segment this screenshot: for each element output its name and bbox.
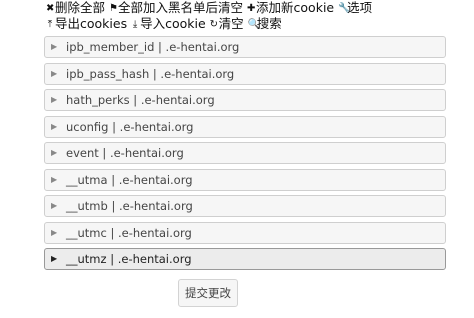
cookie-label: ipb_member_id | .e-hentai.org bbox=[66, 40, 240, 54]
cookie-item[interactable]: ▶ event | .e-hentai.org bbox=[44, 142, 446, 164]
clear-button[interactable]: ↻清空 bbox=[210, 16, 244, 33]
cookie-list: ▶ ipb_member_id | .e-hentai.org ▶ ipb_pass… bbox=[44, 36, 446, 275]
cookie-item[interactable]: ▶ hath_perks | .e-hentai.org bbox=[44, 89, 446, 111]
cookie-label: __utma | .e-hentai.org bbox=[66, 172, 193, 187]
delete-all-button[interactable]: ✖删除全部 bbox=[46, 0, 105, 17]
cookie-item-active[interactable]: ▶ __utmz | .e-hentai.org bbox=[44, 248, 446, 270]
import-label: 导入cookie bbox=[140, 16, 206, 31]
cookie-label: __utmb | .e-hentai.org bbox=[66, 199, 193, 213]
cookie-label: hath_perks | .e-hentai.org bbox=[66, 93, 215, 107]
add-cookie-button[interactable]: ✚添加新cookie bbox=[247, 0, 334, 17]
export-icon: ⤒ bbox=[47, 19, 53, 30]
import-icon: ⤓ bbox=[132, 19, 138, 30]
cookie-label: __utmc | .e-hentai.org bbox=[66, 225, 192, 240]
expand-arrow-icon: ▶ bbox=[51, 42, 58, 51]
expand-arrow-icon: ▶ bbox=[51, 148, 58, 157]
expand-arrow-icon: ▶ bbox=[51, 201, 58, 210]
expand-arrow-icon: ▶ bbox=[51, 254, 58, 263]
add-cookie-label: 添加新cookie bbox=[256, 0, 335, 15]
blacklist-clear-button[interactable]: ⚑全部加入黑名单后清空 bbox=[109, 0, 243, 17]
cookie-item[interactable]: ▶ uconfig | .e-hentai.org bbox=[44, 115, 446, 138]
import-button[interactable]: ⤓ 导入cookie bbox=[131, 16, 206, 33]
refresh-icon: ↻ bbox=[209, 19, 219, 30]
blacklist-clear-label: 全部加入黑名单后清空 bbox=[118, 0, 244, 15]
expand-arrow-icon: ▶ bbox=[51, 68, 58, 78]
submit-changes-button[interactable]: 提交更改 bbox=[178, 279, 238, 307]
cookie-item[interactable]: ▶ ipb_member_id | .e-hentai.org bbox=[44, 36, 446, 58]
cookie-item[interactable]: ▶ __utmc | .e-hentai.org bbox=[44, 221, 446, 244]
options-label: 选项 bbox=[347, 0, 373, 15]
close-icon: ✖ bbox=[46, 3, 55, 14]
search-icon: 🔍 bbox=[247, 19, 261, 30]
expand-arrow-icon: ▶ bbox=[51, 121, 58, 131]
toolbar-row-2: ⤒ 导出cookies ⤓ 导入cookie ↻清空 🔍搜索 bbox=[46, 16, 466, 32]
cookie-item[interactable]: ▶ ipb_pass_hash | .e-hentai.org bbox=[44, 62, 446, 85]
export-button[interactable]: ⤒ 导出cookies bbox=[46, 16, 127, 33]
wrench-icon: 🔧 bbox=[338, 3, 351, 14]
cookie-label: uconfig | .e-hentai.org bbox=[66, 119, 194, 134]
search-button[interactable]: 🔍搜索 bbox=[248, 16, 282, 33]
search-label: 搜索 bbox=[256, 16, 282, 31]
toolbar: ✖删除全部 ⚑全部加入黑名单后清空 ✚添加新cookie 🔧选项 ⤒ 导出cookies… bbox=[46, 0, 466, 32]
delete-all-label: 删除全部 bbox=[55, 0, 106, 15]
flag-icon: ⚑ bbox=[109, 3, 118, 14]
plus-icon: ✚ bbox=[247, 3, 256, 14]
expand-arrow-icon: ▶ bbox=[51, 95, 58, 104]
toolbar-row-1: ✖删除全部 ⚑全部加入黑名单后清空 ✚添加新cookie 🔧选项 bbox=[46, 0, 466, 16]
expand-arrow-icon: ▶ bbox=[51, 227, 58, 237]
options-button[interactable]: 🔧选项 bbox=[338, 0, 372, 17]
cookie-label: __utmz | .e-hentai.org bbox=[66, 252, 192, 266]
export-label: 导出cookies bbox=[55, 16, 128, 31]
cookie-item[interactable]: ▶ __utma | .e-hentai.org bbox=[44, 168, 446, 191]
cookie-item[interactable]: ▶ __utmb | .e-hentai.org bbox=[44, 195, 446, 217]
cookie-label: ipb_pass_hash | .e-hentai.org bbox=[66, 66, 235, 81]
cookie-label: event | .e-hentai.org bbox=[66, 146, 184, 160]
expand-arrow-icon: ▶ bbox=[51, 174, 58, 184]
clear-label: 清空 bbox=[218, 16, 244, 31]
